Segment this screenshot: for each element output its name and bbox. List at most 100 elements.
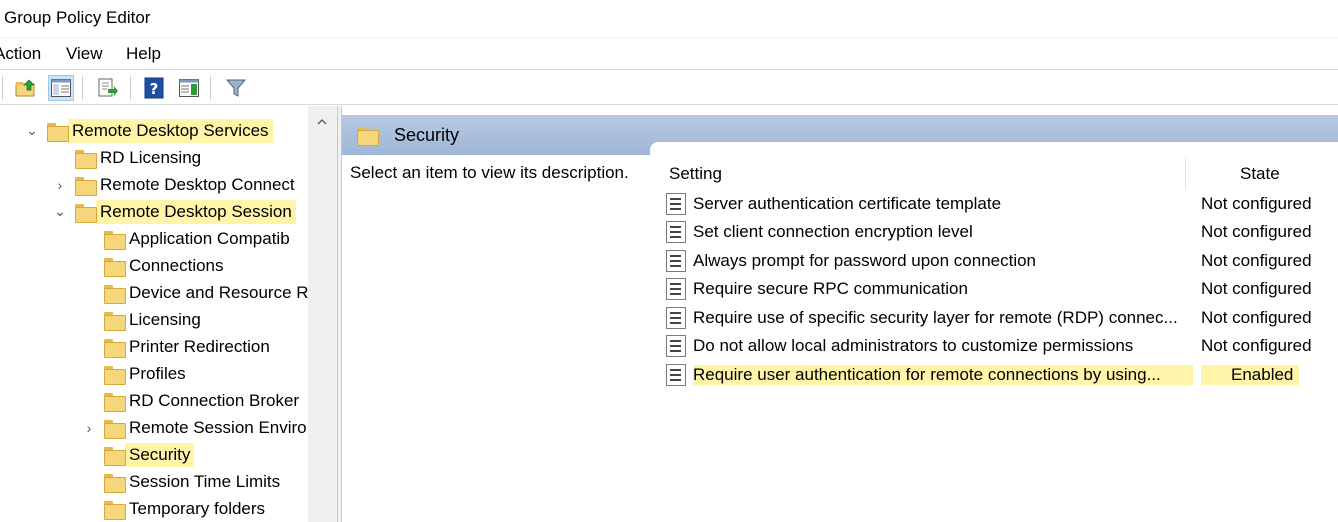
details-header-title: Security	[394, 124, 460, 145]
tree-item-label: Connections	[129, 255, 224, 275]
tree-item-label: Session Time Limits	[129, 471, 281, 491]
tree-item-label: Device and Resource R	[129, 282, 309, 302]
folder-icon	[74, 203, 97, 223]
title-bar: Group Policy Editor	[0, 0, 1338, 36]
tree-item-label: Remote Desktop Session	[96, 199, 296, 224]
policy-state: Not configured	[1201, 308, 1312, 327]
folder-icon	[103, 392, 126, 412]
tree-item-label: Remote Desktop Connect	[100, 174, 295, 194]
show-hide-action-pane-button[interactable]	[176, 75, 202, 101]
tree-item-label: RD Licensing	[100, 147, 202, 167]
window-title: Group Policy Editor	[4, 8, 151, 27]
toolbar-separator	[2, 76, 3, 100]
policy-state: Not configured	[1201, 251, 1312, 270]
folder-icon	[103, 500, 126, 520]
up-folder-icon	[15, 79, 35, 97]
folder-icon	[103, 446, 126, 466]
policy-state: Not configured	[1201, 222, 1312, 241]
menu-view[interactable]: View	[66, 44, 103, 64]
tree-item-label: Remote Desktop Services	[68, 118, 273, 143]
list-header: Setting State	[660, 158, 1338, 190]
menu-bar: Action View Help	[0, 37, 1338, 68]
folder-icon	[103, 230, 126, 250]
up-folder-button[interactable]	[13, 75, 39, 101]
collapse-arrow-icon[interactable]: ⌄	[50, 203, 70, 220]
show-hide-tree-button[interactable]	[48, 75, 74, 101]
tree-item-remote-session-environment[interactable]: › Remote Session Enviro	[79, 414, 311, 441]
tree-item-label: Profiles	[129, 363, 186, 383]
show-hide-tree-icon	[51, 79, 71, 97]
description-text: Select an item to view its description.	[350, 163, 629, 182]
tree-item-printer-redirection[interactable]: Printer Redirection	[79, 333, 274, 360]
folder-icon	[356, 126, 379, 146]
folder-icon	[103, 365, 126, 385]
filter-button[interactable]	[223, 75, 249, 101]
policy-row[interactable]: Always prompt for password upon connecti…	[666, 247, 1338, 275]
console-tree[interactable]: ⌄ Remote Desktop Services RD Licensing ›…	[0, 106, 337, 522]
policy-setting-icon	[666, 335, 686, 357]
policy-state: Enabled	[1201, 365, 1299, 385]
policy-setting-name: Require secure RPC communication	[693, 279, 968, 298]
expand-arrow-icon[interactable]: ›	[50, 177, 70, 193]
folder-icon	[74, 176, 97, 196]
tree-item-connections[interactable]: Connections	[79, 252, 228, 279]
tree-item-label: Printer Redirection	[129, 336, 270, 356]
column-header-setting[interactable]: Setting	[669, 164, 722, 184]
policy-setting-name: Require user authentication for remote c…	[693, 365, 1193, 385]
policy-row-highlighted[interactable]: Require user authentication for remote c…	[666, 361, 1338, 389]
tree-item-temporary-folders[interactable]: Temporary folders	[79, 495, 269, 522]
tree-item-device-and-resource-redirection[interactable]: Device and Resource R	[79, 279, 313, 306]
policy-setting-name: Require use of specific security layer f…	[693, 308, 1178, 327]
tree-item-remote-desktop-connection-client[interactable]: › Remote Desktop Connect	[50, 171, 299, 198]
folder-icon	[103, 284, 126, 304]
policy-row[interactable]: Require use of specific security layer f…	[666, 304, 1338, 332]
tree-scrollbar[interactable]	[308, 106, 337, 522]
policy-state: Not configured	[1201, 279, 1312, 298]
tree-item-session-time-limits[interactable]: Session Time Limits	[79, 468, 284, 495]
policy-row[interactable]: Require secure RPC communication Not con…	[666, 275, 1338, 303]
policy-row[interactable]: Server authentication certificate templa…	[666, 190, 1338, 218]
tree-item-rd-connection-broker[interactable]: RD Connection Broker	[79, 387, 303, 414]
menu-action[interactable]: Action	[0, 44, 41, 64]
folder-icon	[103, 419, 126, 439]
export-list-icon	[98, 78, 118, 97]
toolbar-separator	[82, 76, 83, 100]
menu-help[interactable]: Help	[126, 44, 161, 64]
scroll-up-icon[interactable]	[316, 116, 328, 128]
policy-state: Not configured	[1201, 194, 1312, 213]
policy-setting-name: Server authentication certificate templa…	[693, 194, 1002, 213]
policy-setting-name: Always prompt for password upon connecti…	[693, 251, 1037, 270]
tree-item-application-compatibility[interactable]: Application Compatib	[79, 225, 294, 252]
column-separator[interactable]	[1185, 158, 1186, 190]
tree-item-label: RD Connection Broker	[129, 390, 300, 410]
folder-icon	[103, 257, 126, 277]
policy-setting-icon	[666, 221, 686, 243]
tree-item-rd-licensing[interactable]: RD Licensing	[50, 144, 205, 171]
expand-arrow-icon[interactable]: ›	[79, 420, 99, 436]
toolbar: ?	[0, 69, 1338, 105]
tree-item-security[interactable]: Security	[79, 441, 195, 468]
tree-item-remote-desktop-session-host[interactable]: ⌄ Remote Desktop Session	[50, 198, 296, 225]
policy-setting-icon	[666, 278, 686, 300]
policy-row[interactable]: Set client connection encryption level N…	[666, 218, 1338, 246]
tree-item-profiles[interactable]: Profiles	[79, 360, 190, 387]
tree-item-licensing[interactable]: Licensing	[79, 306, 205, 333]
tree-item-label: Licensing	[129, 309, 201, 329]
svg-text:?: ?	[150, 80, 159, 98]
toolbar-separator	[130, 76, 131, 100]
collapse-arrow-icon[interactable]: ⌄	[22, 122, 42, 139]
tree-item-label: Application Compatib	[129, 228, 290, 248]
folder-icon	[103, 311, 126, 331]
folder-icon	[103, 473, 126, 493]
tree-item-remote-desktop-services[interactable]: ⌄ Remote Desktop Services	[22, 117, 273, 144]
column-header-state[interactable]: State	[1240, 164, 1280, 184]
policy-row[interactable]: Do not allow local administrators to cus…	[666, 332, 1338, 360]
export-list-button[interactable]	[95, 75, 121, 101]
policy-setting-name: Do not allow local administrators to cus…	[693, 336, 1134, 355]
details-pane: Security Select an item to view its desc…	[342, 106, 1338, 522]
help-button[interactable]: ?	[141, 75, 167, 101]
tree-item-label: Temporary folders	[129, 498, 266, 518]
filter-icon	[226, 79, 246, 97]
folder-icon	[46, 122, 69, 142]
policy-setting-icon	[666, 250, 686, 272]
